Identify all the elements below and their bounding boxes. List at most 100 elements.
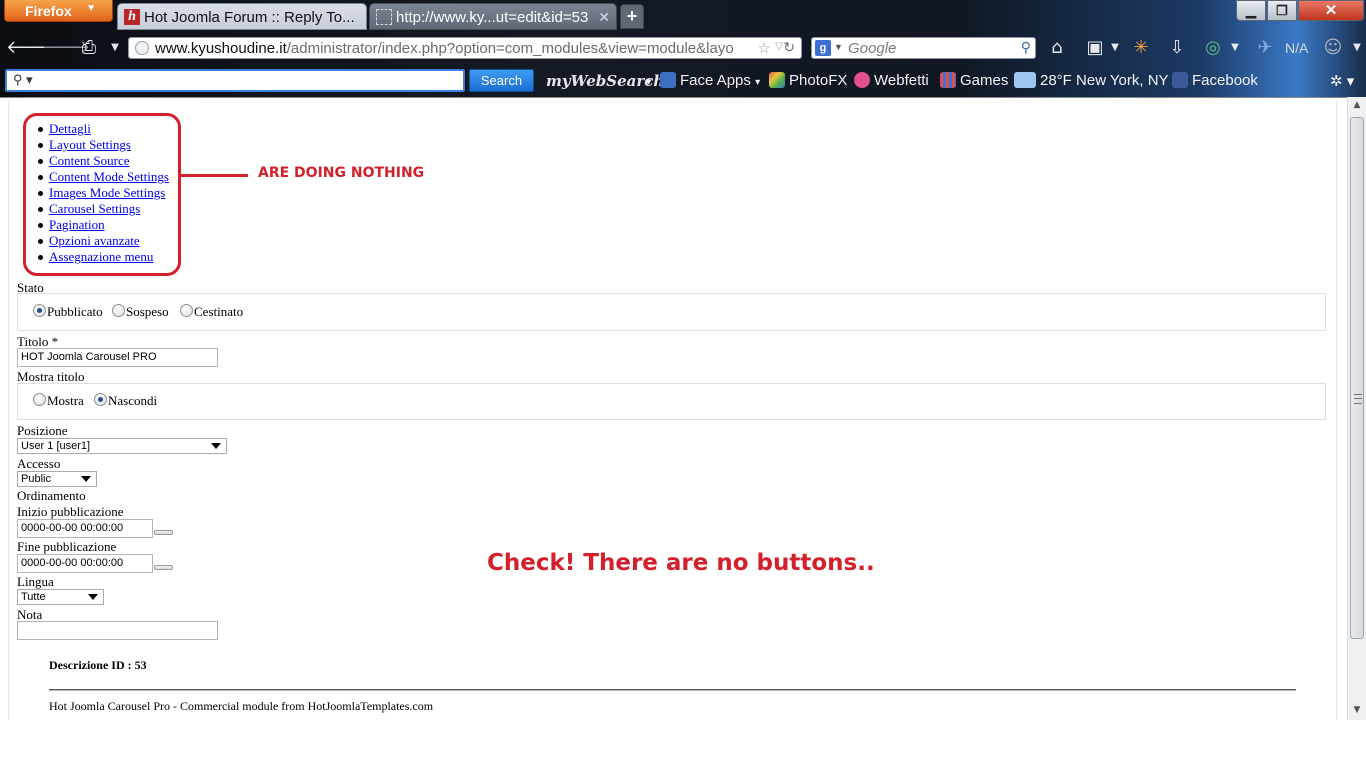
chevron-down-icon: ▼ bbox=[86, 3, 96, 14]
back-arrow-icon[interactable]: 🡐 bbox=[6, 37, 54, 59]
chevron-down-icon[interactable]: ▾ bbox=[646, 75, 652, 88]
toolbar-item-facebook[interactable]: Facebook bbox=[1172, 72, 1258, 89]
facebook-icon bbox=[1172, 72, 1188, 88]
radio-unchecked-icon bbox=[112, 304, 125, 317]
chevron-down-icon[interactable]: ▼ bbox=[1346, 37, 1366, 59]
posizione-select[interactable]: User 1 [user1] bbox=[17, 438, 227, 454]
radio-label: Cestinato bbox=[194, 304, 244, 319]
navigation-bar: 🡐 🡒 ⎙ ▼ www.kyushoudine.it/administrator… bbox=[0, 32, 1366, 63]
reload-icon[interactable]: ↻ bbox=[783, 39, 795, 56]
inizio-pubblicazione-label: Inizio pubblicazione bbox=[17, 504, 124, 519]
radio-unchecked-icon bbox=[180, 304, 193, 317]
radio-checked-icon bbox=[94, 393, 107, 406]
description-text: Hot Joomla Carousel Pro - Commercial mod… bbox=[49, 699, 434, 713]
titolo-input[interactable]: HOT Joomla Carousel PRO bbox=[17, 348, 218, 367]
new-tab-button[interactable]: + bbox=[620, 4, 644, 29]
dropdown-arrow-icon bbox=[211, 443, 221, 449]
tools-icon[interactable]: ✲ ▾ bbox=[1330, 72, 1354, 90]
games-icon bbox=[940, 72, 956, 88]
chevron-down-icon[interactable]: ▼ bbox=[1104, 37, 1126, 59]
page-right-border bbox=[1336, 101, 1337, 720]
radio-unchecked-icon bbox=[33, 393, 46, 406]
toolbar-item-label: Webfetti bbox=[874, 72, 929, 89]
weather-status-badge: N/A bbox=[1285, 40, 1309, 56]
firefox-menu-label: Firefox bbox=[25, 3, 72, 19]
forum-favicon-icon: h bbox=[124, 9, 140, 25]
calendar-button[interactable] bbox=[154, 530, 173, 535]
globe-icon bbox=[135, 41, 149, 55]
toolbar-search-button[interactable]: Search bbox=[469, 69, 534, 92]
smiley-icon[interactable]: ☺ bbox=[1322, 37, 1344, 59]
toolbar-item-photofx[interactable]: PhotoFX bbox=[769, 72, 847, 89]
url-path: /administrator/index.php?option=com_modu… bbox=[286, 40, 734, 57]
chevron-down-icon[interactable]: ▼ bbox=[834, 42, 843, 52]
search-toolbar: ⚲ ▾ Search myWebSearch ▾ Face Apps ▾ Pho… bbox=[0, 63, 1366, 97]
window-close-button[interactable]: ✕ bbox=[1298, 0, 1364, 21]
home-icon[interactable]: ⌂ bbox=[1046, 37, 1068, 59]
radio-label: Sospeso bbox=[126, 304, 169, 319]
radio-checked-icon bbox=[33, 304, 46, 317]
mostra-titolo-fieldset bbox=[17, 383, 1326, 420]
tab-module-edit[interactable]: http://www.ky...ut=edit&id=53 ✕ bbox=[369, 3, 617, 30]
divider bbox=[49, 689, 1296, 691]
search-engine-box[interactable]: g ▼ Google ⚲ bbox=[811, 37, 1036, 59]
page-left-border bbox=[8, 101, 9, 720]
toolbar-search-input[interactable]: ⚲ ▾ bbox=[5, 69, 465, 92]
toolbar-item-face-apps[interactable]: Face Apps ▾ bbox=[660, 72, 760, 89]
radio-sospeso[interactable]: Sospeso bbox=[112, 304, 169, 320]
tab-title: Hot Joomla Forum :: Reply To... bbox=[144, 9, 355, 26]
radio-label: Mostra bbox=[47, 393, 84, 408]
weather-globe-icon[interactable]: ◎ bbox=[1202, 37, 1224, 59]
radio-label: Pubblicato bbox=[47, 304, 103, 319]
chevron-down-icon[interactable]: ▼ bbox=[1224, 37, 1246, 59]
inizio-pubblicazione-input[interactable]: 0000-00-00 00:00:00 bbox=[17, 519, 153, 538]
nota-input[interactable] bbox=[17, 621, 218, 640]
chevron-down-icon[interactable]: ▼ bbox=[104, 37, 126, 59]
chevron-down-icon[interactable]: ▽ bbox=[775, 41, 783, 52]
accesso-label: Accesso bbox=[17, 456, 61, 471]
tab-bar: Firefox ▼ h Hot Joomla Forum :: Reply To… bbox=[0, 0, 1366, 32]
bookmarks-icon[interactable]: ▣ bbox=[1084, 37, 1106, 59]
radio-cestinato[interactable]: Cestinato bbox=[180, 304, 243, 320]
grip-icon bbox=[1354, 394, 1362, 404]
close-icon[interactable]: ✕ bbox=[598, 9, 610, 26]
search-icon: ⚲ ▾ bbox=[13, 72, 33, 87]
scrollbar-thumb[interactable] bbox=[1350, 117, 1364, 639]
firefox-menu-button[interactable]: Firefox ▼ bbox=[4, 0, 113, 22]
radio-pubblicato[interactable]: Pubblicato bbox=[33, 304, 103, 320]
bookmark-star-icon[interactable]: ☆ bbox=[758, 39, 771, 57]
description-title: Descrizione ID : 53 bbox=[49, 658, 147, 672]
fine-pubblicazione-input[interactable]: 0000-00-00 00:00:00 bbox=[17, 554, 153, 573]
lingua-select[interactable]: Tutte bbox=[17, 589, 104, 605]
toolbar-item-weather[interactable]: 28°F New York, NY bbox=[1014, 72, 1169, 89]
fine-pubblicazione-label: Fine pubblicazione bbox=[17, 539, 117, 554]
annotation-nav-note: ARE DOING NOTHING bbox=[258, 165, 425, 181]
select-value: Public bbox=[21, 473, 51, 485]
blank-page-favicon-icon bbox=[376, 9, 392, 25]
download-icon[interactable]: ⇩ bbox=[1166, 37, 1188, 59]
minimize-button[interactable]: ▁ bbox=[1236, 0, 1266, 21]
toolbar-item-label: Facebook bbox=[1192, 72, 1258, 89]
radio-mostra[interactable]: Mostra bbox=[33, 393, 84, 409]
maximize-button[interactable]: ❐ bbox=[1267, 0, 1297, 21]
print-icon[interactable]: ⎙ bbox=[78, 37, 100, 59]
browser-chrome: Firefox ▼ h Hot Joomla Forum :: Reply To… bbox=[0, 0, 1366, 97]
vertical-scrollbar[interactable]: ▲ ▼ bbox=[1347, 97, 1366, 720]
tab-forum-reply[interactable]: h Hot Joomla Forum :: Reply To... bbox=[117, 3, 367, 30]
accesso-select[interactable]: Public bbox=[17, 471, 97, 487]
forward-arrow-icon[interactable]: 🡒 bbox=[42, 37, 90, 59]
scroll-up-icon[interactable]: ▲ bbox=[1348, 97, 1366, 114]
toolbar-item-webfetti[interactable]: Webfetti bbox=[854, 72, 929, 89]
scroll-down-icon[interactable]: ▼ bbox=[1348, 702, 1366, 719]
tab-title: http://www.ky...ut=edit&id=53 bbox=[396, 9, 589, 26]
toolbar-item-games[interactable]: Games bbox=[940, 72, 1008, 89]
calendar-button[interactable] bbox=[154, 565, 173, 570]
google-plus-icon[interactable]: g bbox=[815, 40, 831, 56]
address-bar[interactable]: www.kyushoudine.it/administrator/index.p… bbox=[128, 37, 802, 59]
search-icon[interactable]: ⚲ bbox=[1021, 39, 1031, 56]
plane-icon[interactable]: ✈ bbox=[1254, 37, 1276, 59]
blank-area-below-window bbox=[0, 720, 1366, 768]
addon-icon[interactable]: ✳ bbox=[1130, 37, 1152, 59]
face-apps-icon bbox=[660, 72, 676, 88]
radio-nascondi[interactable]: Nascondi bbox=[94, 393, 157, 409]
